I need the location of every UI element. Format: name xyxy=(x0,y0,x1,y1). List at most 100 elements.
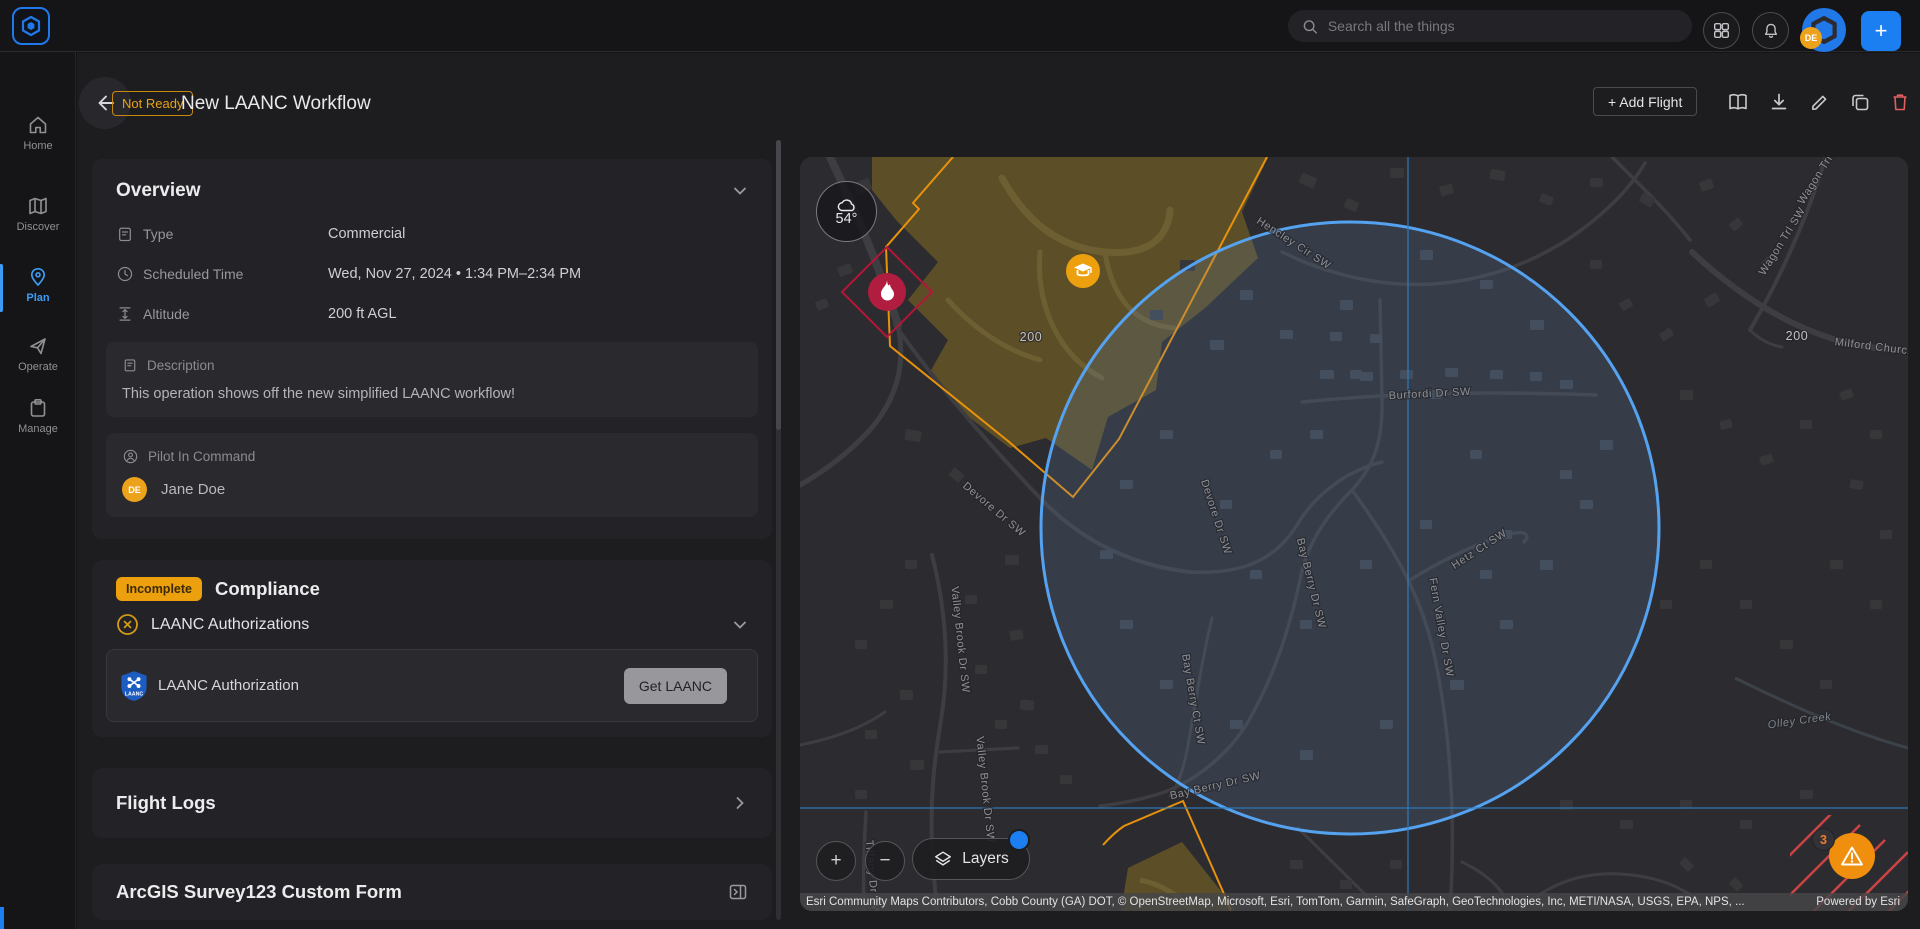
building xyxy=(1290,860,1303,869)
overview-row-scheduled-time: Scheduled Time Wed, Nov 27, 2024 • 1:34 … xyxy=(92,254,772,294)
overview-panel: Overview Type Commercial Scheduled Time … xyxy=(92,159,772,539)
laanc-item-label: LAANC Authorization xyxy=(158,677,299,694)
delete-button[interactable] xyxy=(1889,91,1911,113)
attribution-text: Esri Community Maps Contributors, Cobb C… xyxy=(806,896,1745,908)
sidebar-item-label: Home xyxy=(23,140,53,152)
notifications-button[interactable] xyxy=(1752,12,1789,49)
row-label: Altitude xyxy=(143,306,190,322)
row-value: 200 ft AGL xyxy=(328,306,397,322)
pilot-avatar: DE xyxy=(122,477,147,502)
get-laanc-button[interactable]: Get LAANC xyxy=(623,667,727,704)
map-attribution: Esri Community Maps Contributors, Cobb C… xyxy=(800,893,1908,911)
building xyxy=(1800,420,1812,429)
laanc-logo-icon: LAANC xyxy=(121,670,147,701)
add-flight-button[interactable]: + Add Flight xyxy=(1593,87,1698,116)
person-circle-icon xyxy=(123,449,138,464)
app-logo[interactable] xyxy=(12,7,50,45)
building xyxy=(900,690,913,700)
building xyxy=(1680,390,1693,400)
building xyxy=(1780,640,1793,649)
sidebar-item-operate[interactable]: Operate xyxy=(0,335,76,373)
layers-icon xyxy=(935,851,952,866)
description-box: Description This operation shows off the… xyxy=(106,342,758,417)
sidebar-item-label: Discover xyxy=(16,221,60,233)
search-input[interactable] xyxy=(1327,18,1678,34)
chevron-right-icon xyxy=(736,797,744,809)
building xyxy=(1005,555,1019,565)
page-title: New LAANC Workflow xyxy=(181,93,371,114)
layers-notification-dot xyxy=(1008,829,1030,851)
trash-icon xyxy=(1893,94,1907,111)
flight-area-circle xyxy=(1039,220,1661,836)
clipboard-icon xyxy=(30,398,46,417)
pilot-row[interactable]: DE Jane Doe xyxy=(122,477,742,502)
building xyxy=(1620,820,1633,829)
chevron-down-icon[interactable] xyxy=(732,183,748,199)
flight-map[interactable]: Hencley Cir SW Burfordi Dr SW Devore Dr SW… xyxy=(800,157,1908,911)
building xyxy=(1870,430,1882,439)
create-new-button[interactable]: + xyxy=(1861,11,1901,51)
building xyxy=(855,790,867,799)
building xyxy=(1740,600,1752,609)
compliance-title: Compliance xyxy=(215,578,320,599)
building xyxy=(975,665,987,674)
sidebar-bottom-accent xyxy=(0,907,4,929)
building xyxy=(995,720,1007,729)
svg-text:LAANC: LAANC xyxy=(125,691,144,697)
aloft-logo-icon xyxy=(21,15,41,37)
map-icon xyxy=(29,197,47,215)
search-icon xyxy=(1303,19,1317,34)
panel-scrollbar-thumb[interactable] xyxy=(776,140,781,430)
building xyxy=(855,640,867,649)
building xyxy=(1390,860,1402,869)
top-bar: DE + xyxy=(0,0,1920,52)
split-view-button[interactable] xyxy=(1727,91,1749,113)
sidebar-item-label: Plan xyxy=(26,292,50,304)
location-pin-icon xyxy=(30,267,46,286)
building xyxy=(865,730,877,739)
sidebar-item-home[interactable]: Home xyxy=(0,114,76,152)
bell-icon xyxy=(1764,23,1777,38)
pilot-label: Pilot In Command xyxy=(148,449,256,464)
grid-icon xyxy=(1713,22,1730,39)
advisories-button[interactable] xyxy=(1829,833,1875,879)
pencil-icon xyxy=(1812,95,1827,110)
zoom-out-button[interactable]: − xyxy=(865,841,905,881)
building xyxy=(1830,560,1843,569)
survey123-panel[interactable]: ArcGIS Survey123 Custom Form xyxy=(92,864,772,920)
building xyxy=(1880,530,1892,539)
warning-triangle-icon xyxy=(1841,846,1863,866)
building xyxy=(1800,790,1813,799)
copy-icon xyxy=(1852,94,1869,111)
overview-row-type: Type Commercial xyxy=(92,214,772,254)
building xyxy=(1035,745,1048,754)
sidebar-item-discover[interactable]: Discover xyxy=(0,195,76,233)
apps-grid-button[interactable] xyxy=(1703,12,1740,49)
flight-logs-panel[interactable]: Flight Logs xyxy=(92,768,772,838)
book-open-icon xyxy=(1729,93,1747,110)
building xyxy=(1019,699,1035,711)
row-label: Type xyxy=(143,226,174,242)
flight-logs-title: Flight Logs xyxy=(116,792,216,813)
edit-button[interactable] xyxy=(1809,91,1831,113)
sidebar-item-manage[interactable]: Manage xyxy=(0,397,76,435)
building xyxy=(1390,168,1404,178)
duplicate-button[interactable] xyxy=(1849,91,1871,113)
weather-widget[interactable]: 54° xyxy=(816,181,877,242)
clipboard-text-icon xyxy=(119,227,131,242)
chevron-down-icon[interactable] xyxy=(732,617,748,633)
building xyxy=(910,760,924,770)
description-icon xyxy=(124,359,136,372)
overview-row-altitude: Altitude 200 ft AGL xyxy=(92,294,772,334)
building xyxy=(880,600,893,609)
sidebar-item-plan[interactable]: Plan xyxy=(0,266,76,304)
incomplete-badge: Incomplete xyxy=(116,577,202,601)
building xyxy=(1060,775,1072,784)
download-button[interactable] xyxy=(1768,91,1790,113)
building xyxy=(1740,820,1752,829)
avatar-initials-badge: DE xyxy=(1800,27,1822,49)
building xyxy=(1700,560,1712,569)
row-value: Commercial xyxy=(328,226,406,242)
open-panel-icon[interactable] xyxy=(728,882,748,902)
zoom-in-button[interactable]: + xyxy=(816,841,856,881)
